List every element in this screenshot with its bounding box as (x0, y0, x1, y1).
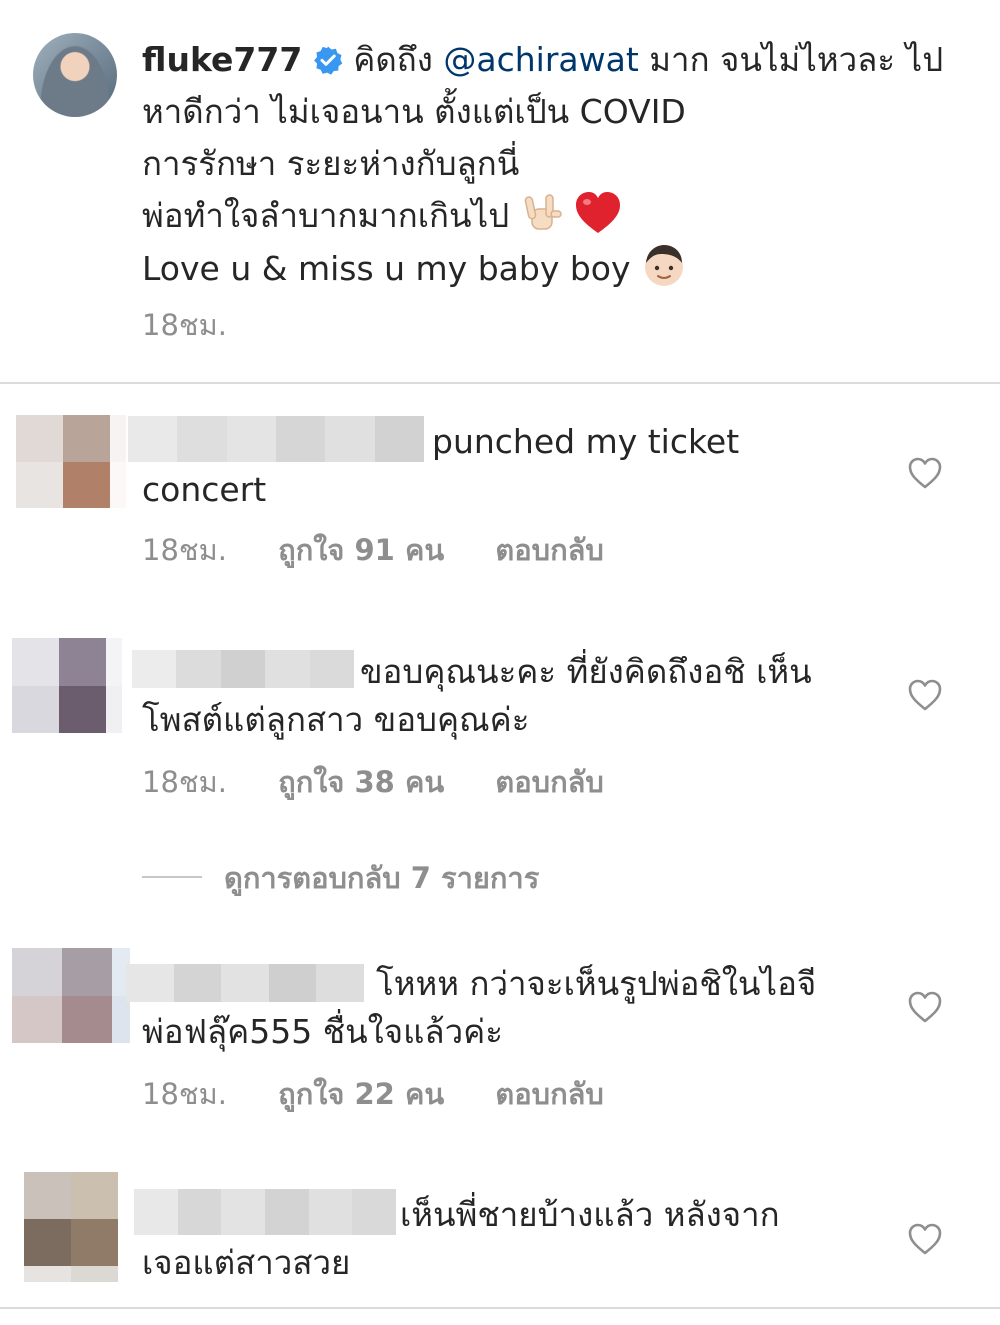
view-replies-line (142, 876, 202, 878)
comment-likes[interactable]: ถูกใจ 22 คน (278, 1077, 444, 1111)
heart-outline-icon[interactable] (907, 1222, 943, 1256)
comment-text: punched my ticket concert (142, 418, 882, 514)
comment-timestamp: 18ชม. (142, 765, 227, 799)
comment-likes[interactable]: ถูกใจ 91 คน (278, 533, 444, 567)
comment-text-line-1: ขอบคุณนะคะ ที่ยังคิดถึงอชิ เห็น (360, 652, 812, 691)
caption-text-5: Love u & miss u my baby boy (142, 249, 631, 288)
comment-text: โหหห กว่าจะเห็นรูปพ่อชิในไอจี พ่อฟลุ๊ค55… (142, 960, 882, 1056)
caption-line-1: fluke777 คิดถึง @achirawat มาก จนไม่ไหวล… (142, 34, 982, 86)
caption-text-1a: คิดถึง (353, 40, 433, 79)
view-replies-label: ดูการตอบกลับ 7 รายการ (224, 861, 540, 895)
caption-line-4: พ่อทำใจลำบากมากเกินไป (142, 190, 982, 242)
caption-line-3: การรักษา ระยะห่างกับลูกนี่ (142, 144, 520, 183)
comment-text-line-1: เห็นพี่ชายบ้างแล้ว หลังจาก (400, 1195, 780, 1234)
heart-outline-icon[interactable] (907, 990, 943, 1024)
post-author-avatar[interactable] (33, 33, 117, 117)
comment-text-line-2: concert (142, 470, 267, 509)
bottom-divider (0, 1307, 1000, 1309)
comment-avatar[interactable] (16, 415, 126, 508)
post-username[interactable]: fluke777 (142, 40, 302, 79)
boy-face-emoji (645, 245, 684, 286)
caption-text-1b: มาก จนไม่ไหวละ ไป (649, 40, 944, 79)
comment-meta: 18ชม. ถูกใจ 38 คน ตอบกลับ (142, 762, 604, 802)
comment-text-line-1: punched my ticket (432, 422, 740, 461)
comment-text-line-2: พ่อฟลุ๊ค555 ชื่นใจแล้วค่ะ (142, 1012, 503, 1051)
comment-timestamp: 18ชม. (142, 533, 227, 567)
caption-line-2: หาดีกว่า ไม่เจอนาน ตั้งแต่เป็น COVID (142, 92, 686, 131)
comment-text-line-2: เจอแต่สาวสวย (142, 1243, 351, 1282)
comment-text: เห็นพี่ชายบ้างแล้ว หลังจาก เจอแต่สาวสวย (142, 1191, 882, 1287)
post-caption: fluke777 คิดถึง @achirawat มาก จนไม่ไหวล… (142, 34, 982, 295)
heart-outline-icon[interactable] (907, 456, 943, 490)
comment-meta: 18ชม. ถูกใจ 22 คน ตอบกลับ (142, 1074, 604, 1114)
reply-button[interactable]: ตอบกลับ (495, 765, 603, 799)
comment-meta: 18ชม. ถูกใจ 91 คน ตอบกลับ (142, 530, 604, 570)
comment-text-line-2: โพสต์แต่ลูกสาว ขอบคุณค่ะ (142, 700, 530, 739)
comment-avatar[interactable] (12, 948, 130, 1043)
caption-line-5: Love u & miss u my baby boy (142, 242, 982, 295)
post-timestamp: 18ชม. (142, 308, 227, 342)
mention-link[interactable]: @achirawat (443, 40, 638, 79)
heart-outline-icon[interactable] (907, 678, 943, 712)
comment-avatar[interactable] (12, 638, 122, 733)
reply-button[interactable]: ตอบกลับ (495, 1077, 603, 1111)
caption-text-4: พ่อทำใจลำบากมากเกินไป (142, 196, 510, 235)
comment-text: ขอบคุณนะคะ ที่ยังคิดถึงอชิ เห็น โพสต์แต่… (142, 648, 882, 744)
reply-button[interactable]: ตอบกลับ (495, 533, 603, 567)
comment-avatar[interactable] (24, 1172, 118, 1282)
red-heart-emoji (576, 192, 621, 233)
comment-likes[interactable]: ถูกใจ 38 คน (278, 765, 444, 799)
love-you-gesture-emoji (524, 194, 562, 230)
comment-timestamp: 18ชม. (142, 1077, 227, 1111)
caption-divider (0, 382, 1000, 384)
view-replies-link[interactable]: ดูการตอบกลับ 7 รายการ (142, 858, 539, 898)
verified-badge-icon (313, 46, 343, 75)
comment-text-line-1: โหหห กว่าจะเห็นรูปพ่อชิในไอจี (376, 964, 817, 1003)
